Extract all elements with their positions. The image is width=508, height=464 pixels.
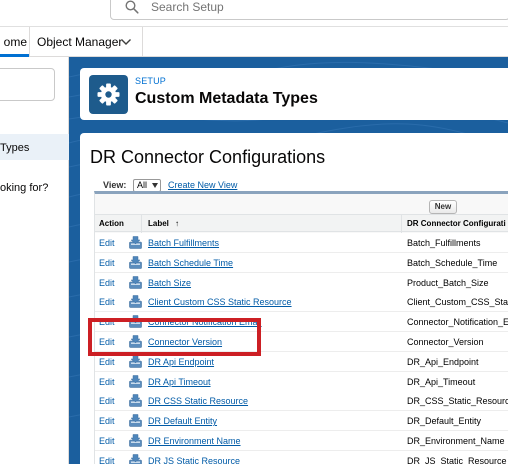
- edit-link[interactable]: Edit: [99, 436, 115, 446]
- edit-link[interactable]: Edit: [99, 278, 115, 288]
- view-select-value: All: [137, 180, 148, 190]
- table-row: Edit Batch Schedule Time Batch_Schedule_Ti…: [95, 252, 508, 273]
- record-label-link[interactable]: Batch Fulfillments: [148, 238, 219, 248]
- setup-tree-panel: Types oking for?: [0, 57, 69, 464]
- new-button[interactable]: New: [429, 200, 457, 214]
- search-placeholder: Search Setup: [151, 0, 224, 14]
- developer-name-cell: Connector_Version: [407, 337, 484, 347]
- table-row: Edit DR Default Entity DR_Default_Entity: [95, 411, 508, 432]
- record-label-link[interactable]: Batch Size: [148, 278, 191, 288]
- developer-name-cell: Product_Batch_Size: [407, 277, 489, 288]
- record-label-link[interactable]: DR Default Entity: [148, 416, 217, 426]
- tab-divider: [142, 27, 143, 57]
- developer-name-cell: DR_CSS_Static_Resource: [407, 396, 508, 407]
- record-label-link[interactable]: DR Api Endpoint: [148, 357, 214, 367]
- table-row: Edit DR Api Timeout DR_Api_Timeout: [95, 371, 508, 392]
- search-icon: [125, 0, 139, 14]
- record-label-link[interactable]: DR CSS Static Resource: [148, 396, 248, 406]
- developer-name-cell: Connector_Notification_E: [407, 317, 508, 328]
- create-new-view-link[interactable]: Create New View: [168, 180, 237, 190]
- setup-icon-tile: [89, 75, 128, 114]
- view-label: View:: [103, 180, 127, 190]
- table-row: Edit DR JS Static Resource DR_JS_Static_Re…: [95, 450, 508, 464]
- download-tray-icon[interactable]: [129, 355, 142, 368]
- edit-link[interactable]: Edit: [99, 396, 115, 406]
- record-label-link[interactable]: DR Environment Name: [148, 436, 241, 446]
- edit-link[interactable]: Edit: [99, 416, 115, 426]
- download-tray-icon[interactable]: [129, 275, 142, 289]
- column-divider: [141, 215, 142, 233]
- download-tray-icon[interactable]: [129, 394, 142, 408]
- developer-name-cell: Client_Custom_CSS_Sta: [407, 297, 508, 308]
- sort-ascending-icon: ↑: [175, 219, 179, 228]
- didnt-find-link[interactable]: oking for?: [0, 182, 48, 194]
- table-row: Edit Batch Fulfillments Batch_Fulfillments: [95, 233, 508, 253]
- developer-name-cell: DR_JS_Static_Resource: [407, 455, 507, 464]
- download-tray-icon[interactable]: [129, 434, 142, 447]
- record-label-link[interactable]: Client Custom CSS Static Resource: [148, 297, 292, 307]
- page-header-title: Custom Metadata Types: [135, 90, 318, 107]
- table-row: Edit Client Custom CSS Static Resource Cli…: [95, 292, 508, 313]
- developer-name-cell: DR_Default_Entity: [407, 416, 482, 427]
- app-nav-bar: ome Object Manager: [0, 26, 508, 57]
- download-tray-icon[interactable]: [129, 454, 142, 464]
- download-tray-icon[interactable]: [129, 256, 142, 269]
- quick-find-input[interactable]: [0, 68, 55, 101]
- global-header: Search Setup: [0, 0, 508, 26]
- download-tray-icon[interactable]: [129, 414, 142, 427]
- gear-icon: [97, 83, 120, 106]
- developer-name-cell: Batch_Schedule_Time: [407, 257, 498, 268]
- record-label-link[interactable]: DR JS Static Resource: [148, 456, 240, 464]
- page-title: DR Connector Configurations: [90, 147, 326, 167]
- record-label-link[interactable]: DR Api Timeout: [148, 377, 211, 387]
- download-tray-icon[interactable]: [129, 295, 142, 309]
- developer-name-cell: DR_Environment_Name: [407, 436, 505, 446]
- main-content: DR Connector Configurations View: All Cr…: [80, 133, 508, 464]
- tab-divider: [29, 27, 30, 57]
- edit-link[interactable]: Edit: [99, 456, 115, 464]
- highlight-box: [88, 318, 261, 356]
- record-label-link[interactable]: Batch Schedule Time: [148, 258, 233, 268]
- table-row: Edit DR CSS Static Resource DR_CSS_Static_…: [95, 391, 508, 412]
- column-header-action: Action: [99, 219, 124, 228]
- column-header-label[interactable]: Label: [148, 219, 169, 228]
- column-divider: [401, 215, 402, 233]
- edit-link[interactable]: Edit: [99, 377, 115, 387]
- edit-link[interactable]: Edit: [99, 238, 115, 248]
- column-header-developer-name[interactable]: DR Connector Configurati: [407, 219, 506, 228]
- table-row: Edit DR Environment Name DR_Environment_Na…: [95, 431, 508, 451]
- search-input[interactable]: Search Setup: [110, 0, 508, 20]
- chevron-down-icon: [152, 183, 158, 188]
- edit-link[interactable]: Edit: [99, 357, 115, 367]
- edit-link[interactable]: Edit: [99, 297, 115, 307]
- developer-name-cell: DR_Api_Endpoint: [407, 356, 479, 367]
- developer-name-cell: DR_Api_Timeout: [407, 376, 476, 387]
- download-tray-icon[interactable]: [129, 374, 142, 388]
- tab-object-manager[interactable]: Object Manager: [37, 27, 122, 57]
- setup-page-header: SETUP Custom Metadata Types: [80, 68, 508, 120]
- edit-link[interactable]: Edit: [99, 258, 115, 268]
- setup-eyebrow: SETUP: [135, 76, 167, 86]
- table-row: Edit Batch Size Product_Batch_Size: [95, 272, 508, 293]
- sidebar-item-label: Types: [0, 142, 30, 154]
- developer-name-cell: Batch_Fulfillments: [407, 238, 481, 248]
- table-header: Action Label ↑ DR Connector Configurati: [95, 214, 508, 233]
- download-tray-icon[interactable]: [129, 236, 142, 249]
- chevron-down-icon[interactable]: [120, 37, 132, 47]
- tab-home[interactable]: ome: [0, 27, 29, 57]
